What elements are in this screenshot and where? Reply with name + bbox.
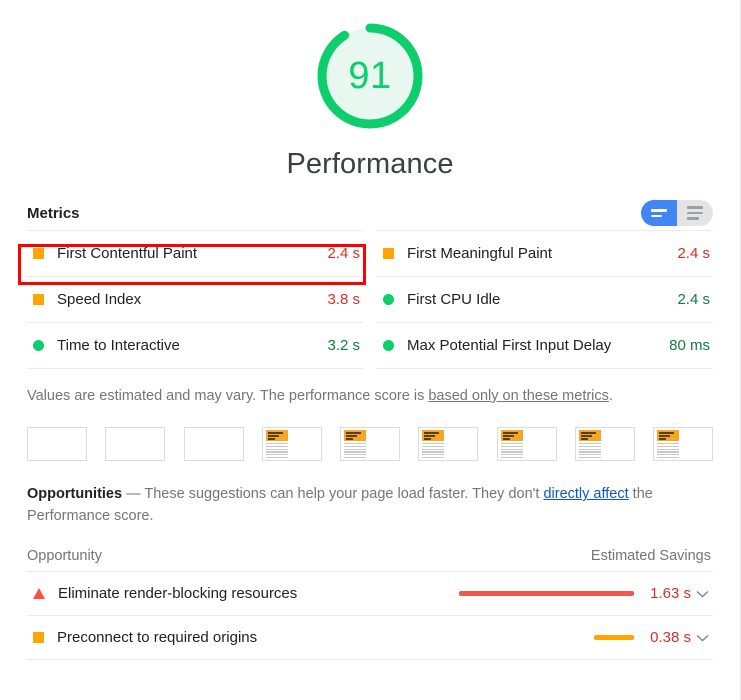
opportunity-row[interactable]: Preconnect to required origins 0.38 s [27, 616, 713, 660]
status-square-icon [33, 294, 44, 305]
score-gauge: 91 [312, 18, 428, 134]
opportunity-row[interactable]: Eliminate render-blocking resources 1.63… [27, 572, 713, 616]
toggle-list-view[interactable] [677, 200, 713, 226]
disclaimer-text-after: . [608, 388, 613, 404]
frame-content-lines [578, 443, 601, 460]
status-circle-icon [383, 294, 394, 305]
score-value: 91 [348, 55, 392, 97]
metric-row[interactable]: Time to Interactive 3.2 s [27, 323, 363, 369]
opportunities-desc-before: These suggestions can help your page loa… [144, 486, 544, 502]
metrics-heading: Metrics [27, 204, 80, 222]
frame-header-block [344, 430, 366, 441]
opportunity-label: Eliminate render-blocking resources [58, 585, 298, 602]
metric-row[interactable]: First Meaningful Paint 2.4 s [377, 230, 713, 277]
frame-content-lines [657, 443, 679, 460]
savings-bar [459, 591, 634, 596]
frame-content-lines [265, 443, 288, 460]
filmstrip-frame [574, 427, 635, 461]
opportunities-table-header: Opportunity Estimated Savings [27, 541, 713, 572]
metric-label: First CPU Idle [407, 291, 501, 308]
metric-value: 2.4 s [677, 291, 710, 308]
metric-value: 3.8 s [327, 291, 360, 308]
opportunity-savings-value: 1.63 s [650, 585, 691, 602]
metrics-column-left: First Contentful Paint 2.4 s Speed Index… [27, 230, 363, 369]
metric-value: 2.4 s [677, 245, 710, 262]
filmstrip-frame [418, 427, 479, 461]
opportunities-title: Opportunities [27, 486, 123, 502]
metric-row[interactable]: Speed Index 3.8 s [27, 277, 363, 323]
status-square-icon [33, 632, 44, 643]
metric-label: Max Potential First Input Delay [407, 337, 612, 354]
metric-label: Speed Index [57, 291, 142, 308]
page-title: Performance [286, 148, 454, 180]
performance-score-block: 91 Performance [0, 0, 740, 181]
savings-bar-track [454, 591, 634, 596]
status-circle-icon [33, 340, 44, 351]
metrics-columns: First Contentful Paint 2.4 s Speed Index… [27, 230, 713, 369]
filmstrip-frame [105, 427, 166, 461]
filmstrip-frame [183, 427, 244, 461]
column-header-estimated-savings: Estimated Savings [590, 548, 711, 564]
filmstrip-frame [340, 427, 400, 461]
frame-header-block [265, 430, 288, 441]
frame-header-block [578, 430, 601, 441]
metric-row[interactable]: Max Potential First Input Delay 80 ms [377, 323, 713, 369]
metric-value: 2.4 s [327, 245, 360, 262]
directly-affect-link[interactable]: directly affect [543, 486, 628, 502]
chevron-down-icon[interactable] [691, 590, 713, 598]
chevron-down-icon[interactable] [691, 634, 713, 642]
savings-bar [594, 635, 634, 640]
filmstrip-frame [653, 427, 713, 461]
frame-header-block [422, 430, 445, 441]
metrics-column-right: First Meaningful Paint 2.4 s First CPU I… [377, 230, 713, 369]
frame-header-block [657, 430, 679, 441]
opportunities-table: Opportunity Estimated Savings Eliminate … [0, 541, 740, 660]
disclaimer-text-before: Values are estimated and may vary. The p… [27, 388, 429, 404]
status-triangle-icon [33, 588, 45, 599]
toggle-expanded-view[interactable] [641, 200, 677, 226]
metric-value: 3.2 s [327, 337, 360, 354]
status-circle-icon [383, 340, 394, 351]
filmstrip-frame [27, 427, 87, 461]
opportunities-description: Opportunities — These suggestions can he… [0, 483, 740, 527]
metric-row[interactable]: First Contentful Paint 2.4 s [27, 230, 363, 277]
metrics-disclaimer: Values are estimated and may vary. The p… [0, 386, 740, 406]
collapsed-list-icon [651, 209, 667, 217]
savings-bar-track [454, 635, 634, 640]
frame-header-block [500, 430, 523, 441]
metrics-scoring-link[interactable]: based only on these metrics [428, 388, 609, 404]
opportunities-dash: — [122, 486, 145, 502]
status-square-icon [383, 248, 394, 259]
metric-label: First Contentful Paint [57, 245, 198, 262]
filmstrip-frame [496, 427, 557, 461]
filmstrip [0, 427, 740, 461]
metrics-header: Metrics [27, 198, 713, 228]
metric-value: 80 ms [669, 337, 710, 354]
filmstrip-frame [261, 427, 322, 461]
opportunity-savings-value: 0.38 s [650, 629, 691, 646]
metric-row[interactable]: First CPU Idle 2.4 s [377, 277, 713, 323]
list-view-icon [687, 206, 703, 220]
opportunity-label: Preconnect to required origins [57, 629, 258, 646]
metric-label: First Meaningful Paint [407, 245, 553, 262]
metrics-view-toggle[interactable] [641, 200, 713, 226]
status-square-icon [33, 248, 44, 259]
lighthouse-performance-report: 91 Performance Metrics First Contentful … [0, 0, 741, 700]
column-header-opportunity: Opportunity [27, 548, 102, 564]
frame-content-lines [422, 443, 445, 460]
frame-content-lines [344, 443, 366, 460]
metric-label: Time to Interactive [57, 337, 180, 354]
metrics-section: Metrics First Contentful Paint 2.4 s Spe… [0, 198, 740, 369]
frame-content-lines [500, 443, 523, 460]
